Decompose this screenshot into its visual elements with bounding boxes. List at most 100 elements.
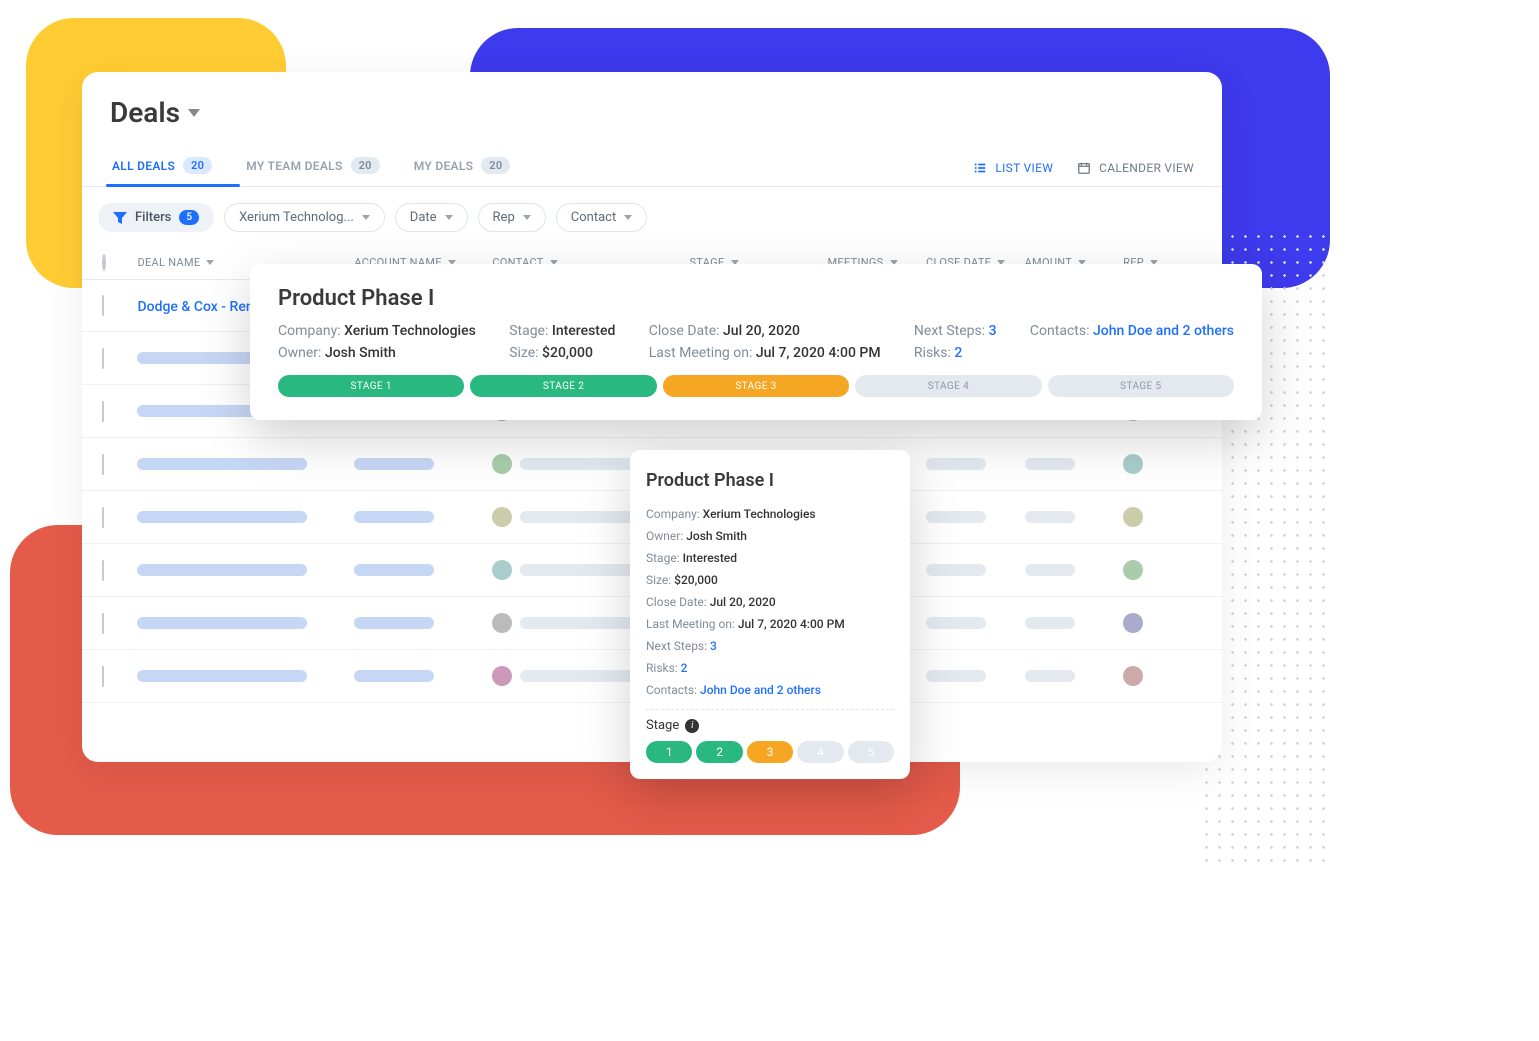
close-placeholder [926,617,986,629]
deal-placeholder [137,670,307,682]
row-checkbox[interactable] [102,560,104,581]
tab-label: MY DEALS [414,159,474,173]
close-placeholder [926,458,986,470]
amount-placeholder [1025,617,1075,629]
avatar [492,613,512,633]
chip-label: Rep [493,210,515,225]
avatar [1123,560,1143,580]
company-value: Xerium Technologies [703,507,816,521]
calendar-icon [1077,161,1091,175]
popover-title: Product Phase I [278,286,1234,311]
filter-chip-contact[interactable]: Contact [556,203,647,232]
contacts-link[interactable]: John Doe and 2 others [1093,323,1234,339]
stage-seg-2[interactable]: STAGE 2 [470,375,656,397]
filter-chip-date[interactable]: Date [395,203,468,232]
close-date-value: Jul 20, 2020 [710,595,776,609]
stage-seg-2[interactable]: 2 [696,741,742,763]
stage-heading: Stage [646,718,679,733]
page-title-dropdown[interactable]: Deals [110,96,200,129]
tab-all-deals[interactable]: ALL DEALS 20 [110,149,214,186]
popover-title: Product Phase I [646,470,894,491]
chip-label: Contact [571,210,616,225]
stage-seg-1[interactable]: STAGE 1 [278,375,464,397]
filters-label: Filters [135,210,171,225]
filter-chip-rep[interactable]: Rep [478,203,546,232]
row-checkbox[interactable] [102,454,104,475]
account-placeholder [354,670,434,682]
amount-placeholder [1025,564,1075,576]
stage-seg-3[interactable]: 3 [747,741,793,763]
chip-label: Date [410,210,437,225]
tab-count: 20 [351,157,380,174]
contact-placeholder [520,617,640,629]
next-steps-link[interactable]: 3 [989,323,997,339]
last-meeting-value: Jul 7, 2020 4:00 PM [738,617,845,631]
stage-value: Interested [683,551,737,565]
filter-chip-account[interactable]: Xerium Technolog... [224,203,385,232]
amount-placeholder [1025,670,1075,682]
view-label: CALENDER VIEW [1099,161,1194,175]
deal-placeholder [137,511,307,523]
risks-link[interactable]: 2 [954,345,962,361]
tab-count: 20 [183,157,212,174]
account-placeholder [354,617,434,629]
list-view-button[interactable]: LIST VIEW [973,161,1053,175]
row-checkbox[interactable] [102,613,104,634]
calendar-view-button[interactable]: CALENDER VIEW [1077,161,1194,175]
stage-seg-4[interactable]: STAGE 4 [855,375,1041,397]
stage-seg-5[interactable]: STAGE 5 [1048,375,1234,397]
chevron-down-icon [362,215,370,220]
divider [646,709,894,710]
owner-value: Josh Smith [686,529,747,543]
row-checkbox[interactable] [102,295,104,316]
size-value: $20,000 [674,573,718,587]
close-date-value: Jul 20, 2020 [723,323,800,339]
chevron-down-icon [188,109,200,117]
contacts-link[interactable]: John Doe and 2 others [700,683,821,697]
close-placeholder [926,564,986,576]
stage-seg-1[interactable]: 1 [646,741,692,763]
close-placeholder [926,511,986,523]
next-steps-link[interactable]: 3 [710,639,717,653]
filters-count: 5 [179,210,199,225]
deal-placeholder [137,617,307,629]
chevron-down-icon [624,215,632,220]
stage-seg-4[interactable]: 4 [797,741,843,763]
tab-my-deals[interactable]: MY DEALS 20 [412,149,513,186]
list-icon [973,161,987,175]
avatar [492,454,512,474]
row-checkbox[interactable] [102,348,104,369]
filter-icon [113,212,127,224]
stage-seg-3[interactable]: STAGE 3 [663,375,849,397]
deal-placeholder [137,564,307,576]
tab-my-team-deals[interactable]: MY TEAM DEALS 20 [244,149,382,186]
row-checkbox[interactable] [102,507,104,528]
contact-placeholder [520,458,640,470]
stage-progress: 1 2 3 4 5 [646,741,894,763]
stage-seg-5[interactable]: 5 [848,741,894,763]
deal-detail-popover-small: Product Phase I Company: Xerium Technolo… [630,450,910,779]
filters-button[interactable]: Filters 5 [98,203,214,232]
close-placeholder [926,670,986,682]
size-value: $20,000 [542,345,593,361]
contact-placeholder [520,670,640,682]
account-placeholder [354,564,434,576]
contact-placeholder [520,564,640,576]
row-checkbox[interactable] [102,401,104,422]
select-all-toggle[interactable] [102,254,106,271]
chevron-down-icon [445,215,453,220]
row-checkbox[interactable] [102,666,104,687]
avatar [1123,666,1143,686]
owner-value: Josh Smith [325,345,396,361]
avatar [1123,613,1143,633]
sort-icon [206,260,214,265]
view-label: LIST VIEW [995,161,1053,175]
info-icon[interactable]: i [685,719,699,733]
tab-label: ALL DEALS [112,159,175,173]
amount-placeholder [1025,458,1075,470]
last-meeting-value: Jul 7, 2020 4:00 PM [756,345,881,361]
deal-link[interactable]: Dodge & Cox - Rene [137,299,261,315]
deal-detail-popover-wide: Product Phase I Company: Xerium Technolo… [250,264,1262,420]
risks-link[interactable]: 2 [681,661,688,675]
account-placeholder [354,511,434,523]
